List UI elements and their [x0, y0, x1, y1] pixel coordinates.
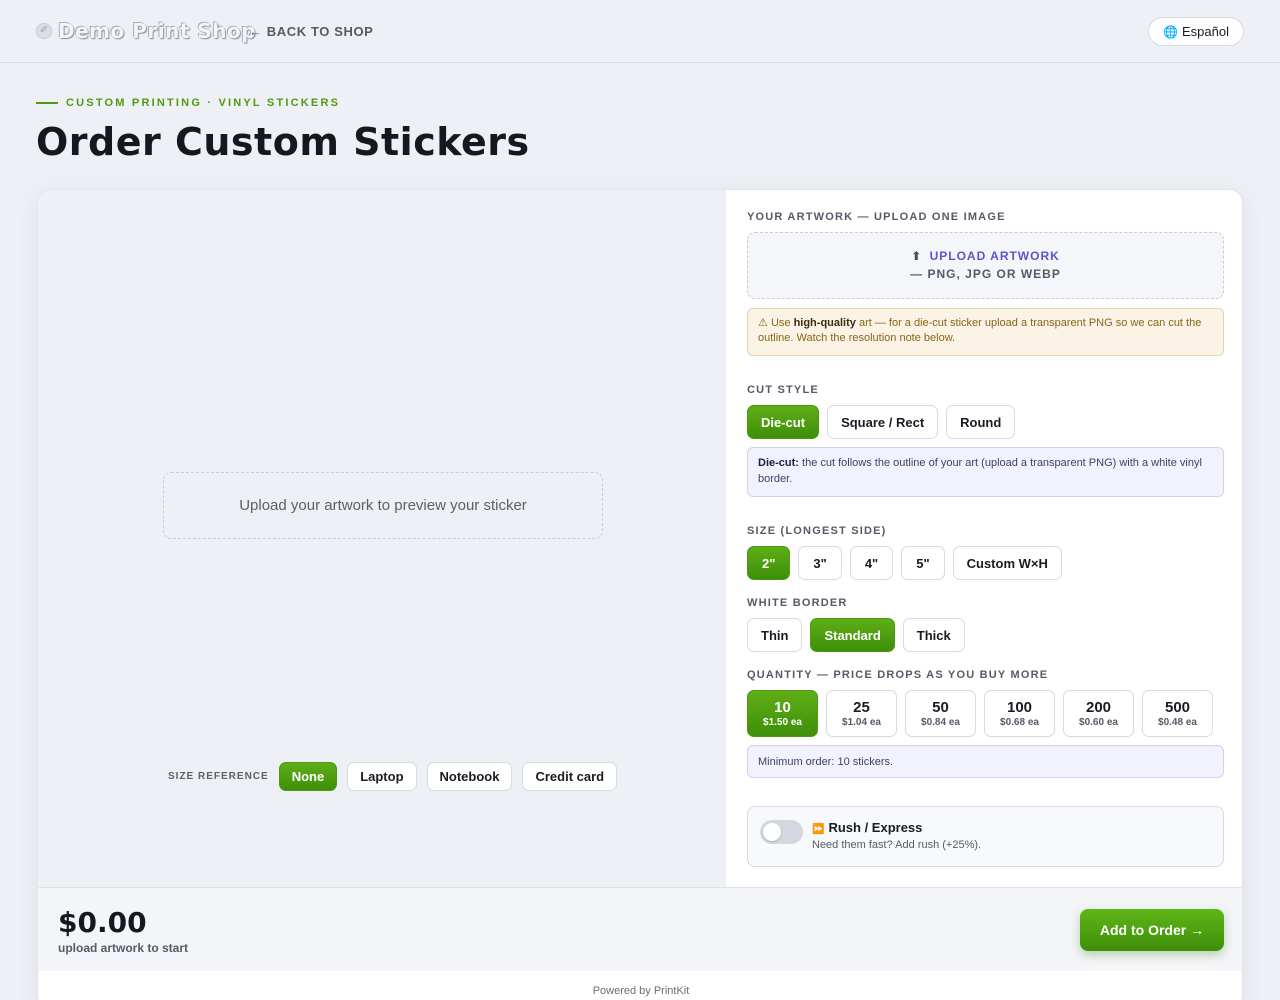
quantity-options: 10 $1.50 ea 25 $1.04 ea 50 $0.84 ea 100 … — [747, 690, 1221, 737]
warning-bold: high-quality — [793, 317, 856, 329]
cut-info-bold: Die-cut: — [758, 457, 799, 469]
qty-price: $0.60 ea — [1079, 717, 1118, 728]
cut-info-text: the cut follows the outline of your art … — [758, 457, 1202, 485]
size-ref-notebook-button[interactable]: Notebook — [426, 762, 513, 791]
shop-logo[interactable]: ✐ Demo Print Shop — [36, 19, 256, 43]
preview-placeholder: Upload your artwork to preview your stic… — [163, 472, 603, 539]
qty-price: $1.04 ea — [842, 717, 881, 728]
border-options: Thin Standard Thick — [747, 618, 973, 652]
qty-value: 10 — [774, 699, 791, 716]
size-4-button[interactable]: 4" — [849, 546, 894, 580]
size-label: SIZE (LONGEST SIDE) — [747, 525, 887, 537]
sticker-preview-panel: Upload your artwork to preview your stic… — [38, 190, 726, 887]
cut-die-cut-button[interactable]: Die-cut — [747, 405, 820, 439]
qty-value: 200 — [1085, 699, 1112, 716]
border-label: WHITE BORDER — [747, 597, 848, 609]
rush-title: ⏩ Rush / Express — [812, 820, 922, 835]
qty-50-button[interactable]: 50 $0.84 ea — [905, 690, 976, 737]
qty-value: 50 — [932, 699, 949, 716]
qty-price: $0.84 ea — [921, 717, 960, 728]
size-ref-laptop-button[interactable]: Laptop — [347, 762, 417, 791]
eyebrow-rule — [36, 102, 58, 104]
size-options: 2" 3" 4" 5" Custom W×H — [747, 546, 1070, 580]
quality-warning: ⚠ Use high-quality art — for a die-cut s… — [747, 308, 1224, 356]
size-ref-none-button[interactable]: None — [278, 762, 338, 791]
order-card: Upload your artwork to preview your stic… — [37, 189, 1243, 1000]
eyebrow: CUSTOM PRINTING · VINYL STICKERS — [36, 97, 340, 109]
upload-icon: ⬆ — [911, 249, 923, 263]
qty-price: $1.50 ea — [763, 717, 802, 728]
back-to-shop-link[interactable]: ← BACK TO SHOP — [249, 24, 373, 39]
logo-mark-icon: ✐ — [36, 23, 52, 39]
qty-200-button[interactable]: 200 $0.60 ea — [1063, 690, 1134, 737]
toggle-knob — [763, 823, 781, 841]
language-label: Español — [1181, 24, 1229, 39]
qty-500-button[interactable]: 500 $0.48 ea — [1142, 690, 1213, 737]
rush-toggle[interactable] — [760, 820, 803, 844]
add-to-order-button[interactable]: Add to Order → — [1080, 909, 1224, 951]
upload-artwork-link[interactable]: ⬆ UPLOAD ARTWORK — [748, 249, 1223, 263]
qty-price: $0.68 ea — [1000, 717, 1039, 728]
upload-formats: — PNG, JPG OR WEBP — [910, 267, 1061, 281]
size-3-button[interactable]: 3" — [798, 546, 842, 580]
size-custom-button[interactable]: Custom W×H — [952, 546, 1062, 580]
quantity-label: QUANTITY — PRICE DROPS AS YOU BUY MORE — [747, 669, 1049, 681]
cut-square-button[interactable]: Square / Rect — [827, 405, 939, 439]
upload-label: UPLOAD ARTWORK — [929, 249, 1060, 263]
fast-forward-icon: ⏩ — [812, 824, 825, 835]
qty-price: $0.48 ea — [1158, 717, 1197, 728]
total-price: $0.00 — [58, 906, 147, 939]
warning-icon: ⚠ — [758, 317, 768, 329]
powered-by: Powered by PrintKit — [592, 985, 690, 997]
qty-value: 25 — [853, 699, 870, 716]
warning-prefix: Use — [770, 317, 791, 329]
size-2-button[interactable]: 2" — [747, 546, 791, 580]
top-bar: ✐ Demo Print Shop ← BACK TO SHOP 🌐 Españo… — [0, 0, 1280, 63]
qty-value: 500 — [1164, 699, 1191, 716]
rush-title-text: Rush / Express — [828, 820, 923, 835]
border-thick-button[interactable]: Thick — [902, 618, 965, 652]
border-thin-button[interactable]: Thin — [747, 618, 803, 652]
page-title: Order Custom Stickers — [36, 120, 530, 164]
eyebrow-text: CUSTOM PRINTING · VINYL STICKERS — [66, 97, 341, 109]
globe-icon: 🌐 — [1163, 25, 1178, 39]
qty-100-button[interactable]: 100 $0.68 ea — [984, 690, 1055, 737]
language-button[interactable]: 🌐 Español — [1148, 17, 1244, 46]
artwork-label: YOUR ARTWORK — UPLOAD ONE IMAGE — [747, 211, 1006, 223]
rush-option: ⏩ Rush / Express Need them fast? Add rush… — [747, 806, 1224, 867]
size-reference: SIZE REFERENCE None Laptop Notebook Cred… — [168, 762, 627, 791]
cut-round-button[interactable]: Round — [946, 405, 1016, 439]
border-standard-button[interactable]: Standard — [810, 618, 895, 652]
size-5-button[interactable]: 5" — [901, 546, 945, 580]
order-footer: $0.00 upload artwork to start Add to Ord… — [38, 887, 1242, 971]
shop-name: Demo Print Shop — [58, 19, 257, 43]
price-note: upload artwork to start — [58, 941, 189, 955]
minimum-order-note: Minimum order: 10 stickers. — [747, 745, 1224, 778]
size-ref-credit-card-button[interactable]: Credit card — [522, 762, 618, 791]
cut-style-info: Die-cut: the cut follows the outline of … — [747, 447, 1224, 497]
rush-subtitle: Need them fast? Add rush (+25%). — [812, 839, 982, 851]
qty-25-button[interactable]: 25 $1.04 ea — [826, 690, 897, 737]
cut-style-label: CUT STYLE — [747, 384, 819, 396]
qty-value: 100 — [1006, 699, 1033, 716]
qty-10-button[interactable]: 10 $1.50 ea — [747, 690, 818, 737]
upload-artwork-dropzone[interactable]: ⬆ UPLOAD ARTWORK — PNG, JPG OR WEBP — [747, 232, 1224, 299]
cut-style-options: Die-cut Square / Rect Round — [747, 405, 1023, 439]
options-panel: YOUR ARTWORK — UPLOAD ONE IMAGE ⬆ UPLOAD… — [747, 190, 1224, 887]
size-reference-label: SIZE REFERENCE — [168, 771, 269, 782]
